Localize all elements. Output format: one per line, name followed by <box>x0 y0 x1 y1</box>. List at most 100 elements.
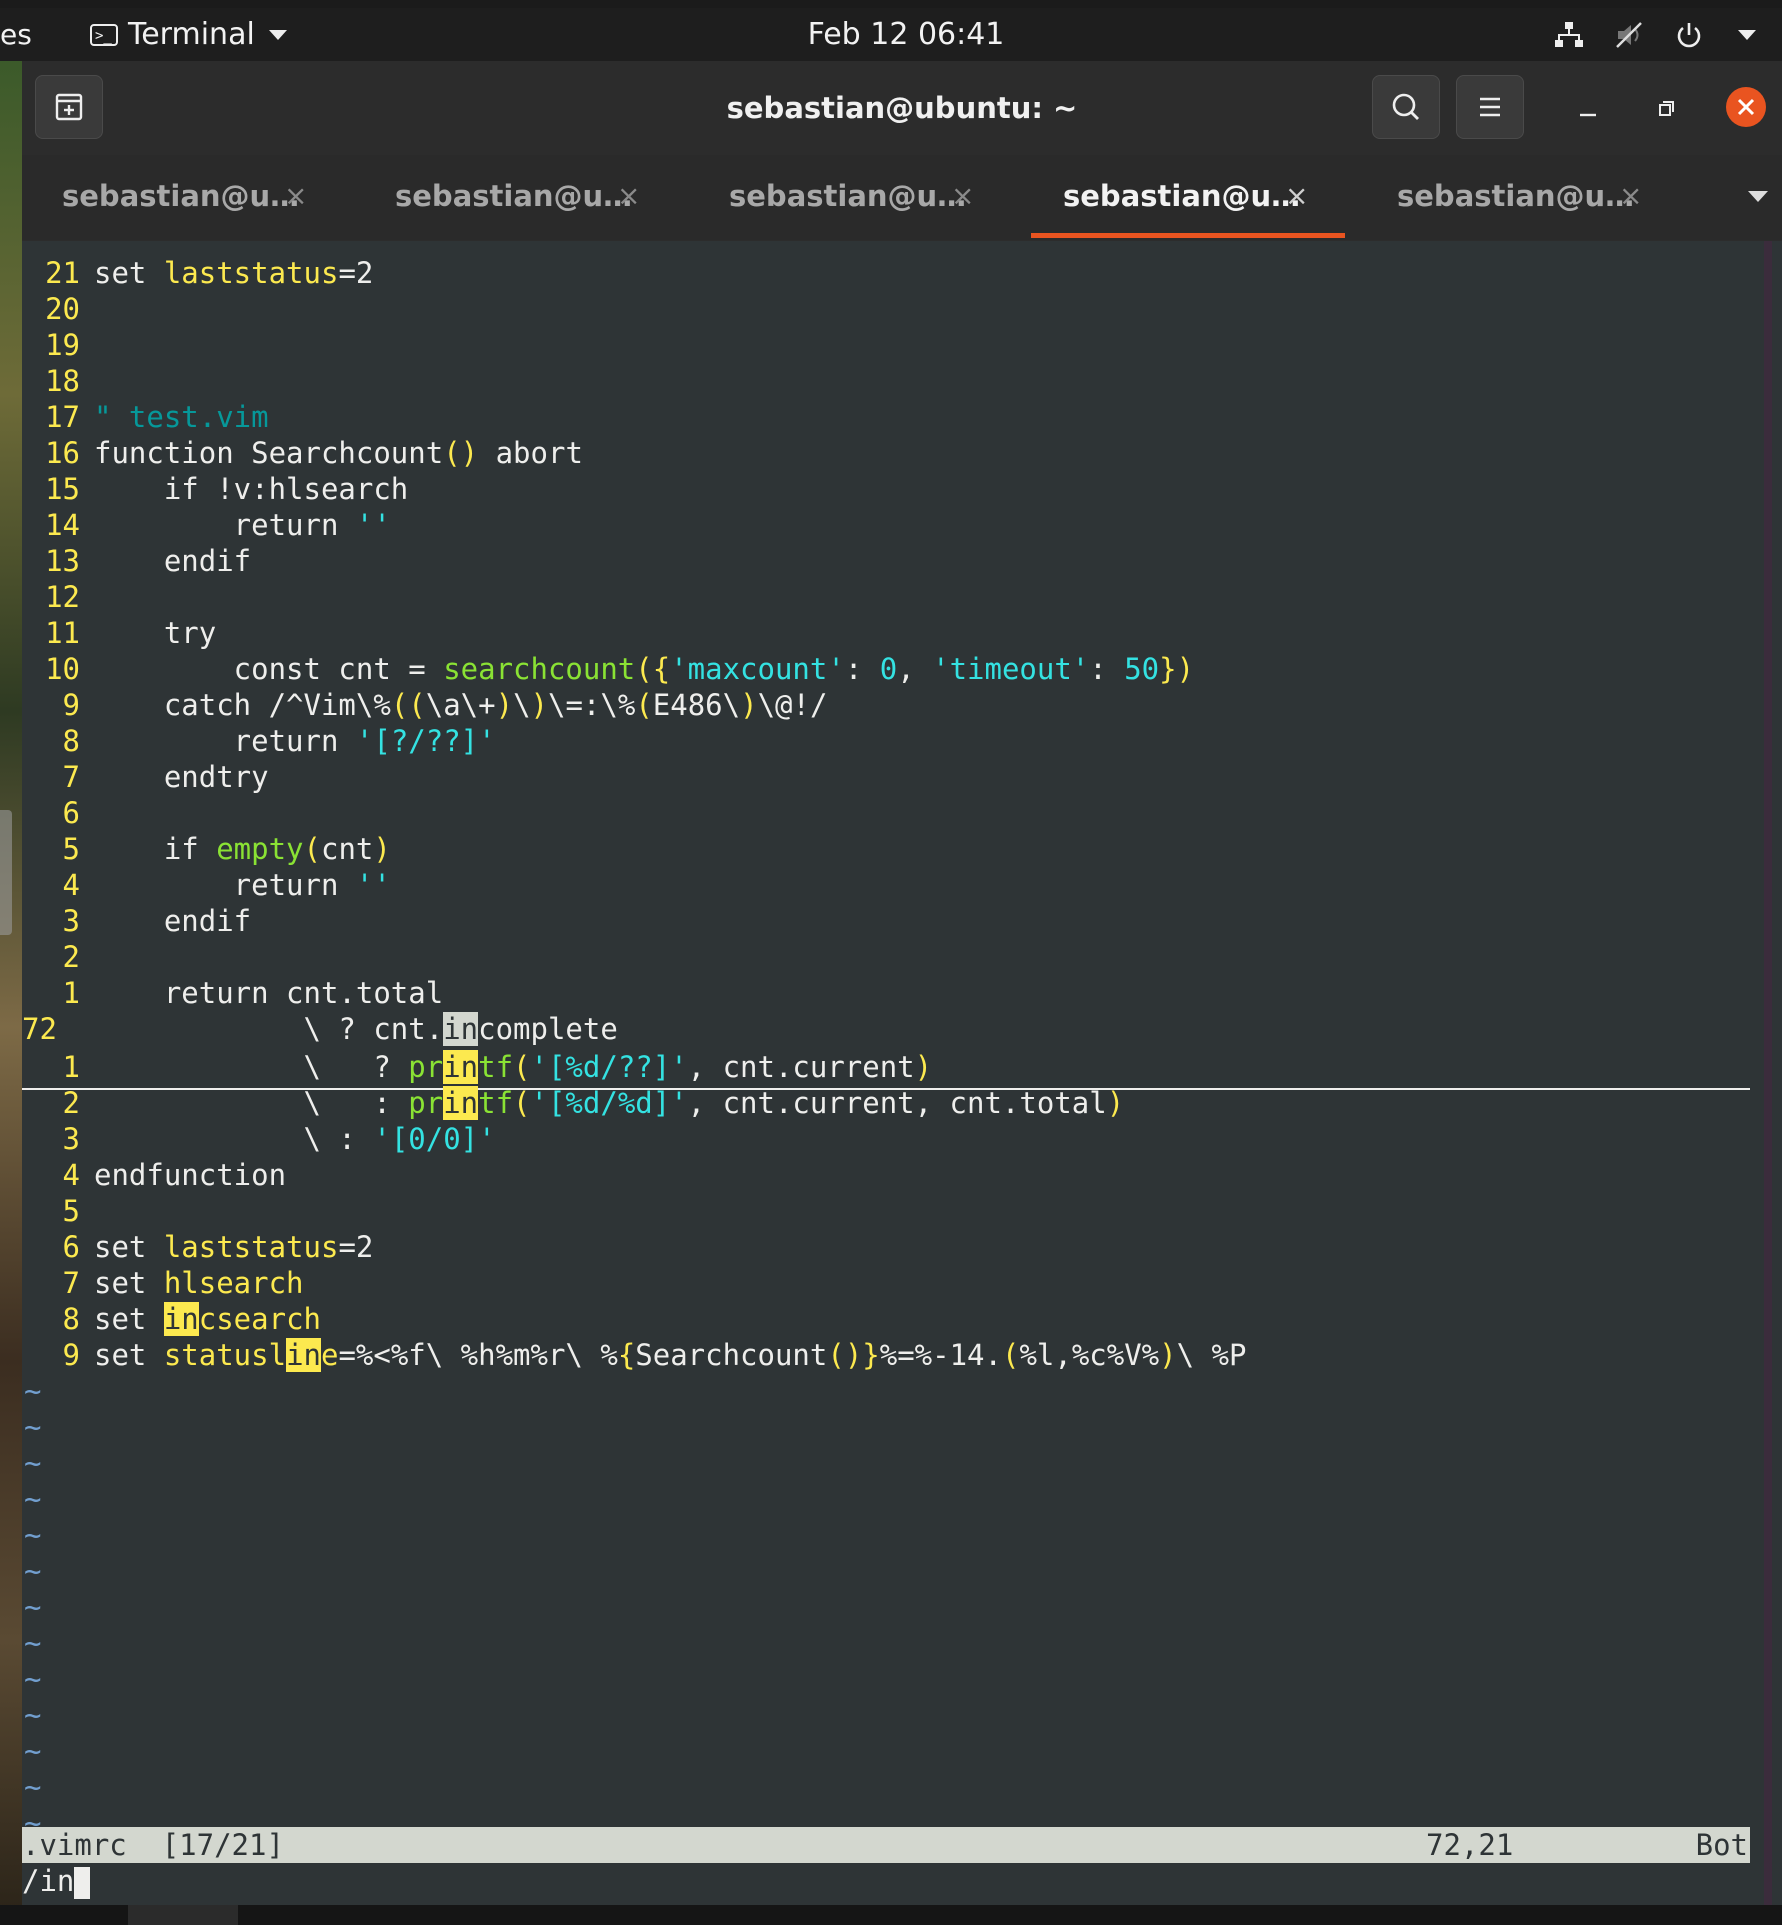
command-text: /in <box>22 1864 75 1898</box>
code-line: 1 return cnt.total <box>22 975 444 1011</box>
empty-line-tilde: ~ <box>24 1626 42 1660</box>
restore-button[interactable] <box>1646 89 1686 129</box>
system-tray[interactable] <box>1554 8 1756 61</box>
tab-close-icon[interactable]: × <box>951 155 974 237</box>
line-number: 19 <box>45 328 80 362</box>
code-line: 8 return '[?/??]' <box>22 723 496 759</box>
line-number: 13 <box>45 544 80 578</box>
line-number: 1 <box>62 1050 80 1084</box>
code-line: 7 set hlsearch <box>22 1265 304 1301</box>
code-line: 10 const cnt = searchcount({'maxcount': … <box>22 651 1194 687</box>
line-number: 5 <box>62 1194 80 1228</box>
tab-1[interactable]: sebastian@u… × <box>22 155 355 240</box>
minimize-button[interactable] <box>1568 89 1608 129</box>
tab-overflow-chevron-down-icon[interactable] <box>1748 191 1768 202</box>
code-line: 9 catch /^Vim\%((\a\+)\)\=:\%(E486\)\@!/ <box>22 687 828 723</box>
empty-line-tilde: ~ <box>24 1554 42 1588</box>
search-button[interactable] <box>1372 75 1440 139</box>
line-number: 15 <box>45 472 80 506</box>
vim-command-line[interactable]: /in <box>22 1863 91 1899</box>
text-cursor <box>74 1867 91 1899</box>
line-number: 6 <box>62 1230 80 1264</box>
scrollbar[interactable] <box>1750 241 1782 1905</box>
vim-statusline: .vimrc [17/21] 72,21 Bot <box>22 1827 1750 1863</box>
vim-editor[interactable]: ~ ~ ~ ~ ~ ~ ~ ~ ~ ~ ~ ~ ~ .vimrc [17/21] 72,21 Bot /in… <box>22 241 1750 1905</box>
line-number: 9 <box>62 1338 80 1372</box>
dock-segment <box>128 1905 238 1925</box>
line-number: 11 <box>45 616 80 650</box>
code-line: 4 return '' <box>22 867 391 903</box>
tab-close-icon[interactable]: × <box>1285 155 1308 237</box>
code-line: 19 <box>22 327 94 363</box>
line-number: 12 <box>45 580 80 614</box>
close-button[interactable] <box>1726 87 1766 127</box>
code-line: 6 set laststatus=2 <box>22 1229 374 1265</box>
status-file: .vimrc <box>22 1828 127 1862</box>
line-number: 4 <box>62 1158 80 1192</box>
scrollbar-track[interactable] <box>1764 241 1772 1905</box>
code-line: 20 <box>22 291 94 327</box>
tab-label: sebastian@u… <box>1397 179 1635 213</box>
line-number: 9 <box>62 688 80 722</box>
desktop-handle <box>0 810 12 935</box>
empty-line-tilde: ~ <box>24 1698 42 1732</box>
code-line: 11 try <box>22 615 216 651</box>
code-line: 21 set laststatus=2 <box>22 255 373 291</box>
line-number: 20 <box>45 292 80 326</box>
empty-line-tilde: ~ <box>24 1734 42 1768</box>
minimize-icon <box>1580 113 1596 117</box>
search-icon <box>1392 93 1419 120</box>
tab-close-icon[interactable]: × <box>1619 155 1642 237</box>
code-line: 5 <box>22 1193 94 1229</box>
tab-label: sebastian@u… <box>395 179 633 213</box>
line-number: 72 <box>22 1012 57 1046</box>
empty-line-tilde: ~ <box>24 1410 42 1444</box>
code-line: 2 <box>22 939 94 975</box>
code-line: 1 \ ? printf('[%d/??]', cnt.current) <box>22 1049 932 1085</box>
clock[interactable]: Feb 12 06:41 <box>0 8 1782 61</box>
code-line: 7 endtry <box>22 759 269 795</box>
line-number: 1 <box>62 976 80 1010</box>
line-number: 8 <box>62 1302 80 1336</box>
tab-5[interactable]: sebastian@u… × <box>1357 155 1690 240</box>
tab-close-icon[interactable]: × <box>284 155 307 237</box>
terminal-window: sebastian@ubuntu: ~ sebastian@u… × sebas… <box>22 61 1782 1905</box>
empty-line-tilde: ~ <box>24 1770 42 1804</box>
code-line: 14 return '' <box>22 507 391 543</box>
line-number: 2 <box>62 1086 80 1120</box>
status-percent: Bot <box>1695 1828 1748 1862</box>
tab-close-icon[interactable]: × <box>617 155 640 237</box>
line-number: 3 <box>62 1122 80 1156</box>
line-number: 8 <box>62 724 80 758</box>
menu-button[interactable] <box>1456 75 1524 139</box>
hamburger-menu-icon <box>1480 97 1500 117</box>
code-line: 15 if !v:hlsearch <box>22 471 408 507</box>
tab-3[interactable]: sebastian@u… × <box>689 155 1022 240</box>
code-line: 8 set incsearch <box>22 1301 321 1337</box>
empty-line-tilde: ~ <box>24 1590 42 1624</box>
volume-muted-icon <box>1616 21 1642 48</box>
code-line: 72 \ ? cnt.incomplete <box>22 1012 618 1046</box>
power-icon <box>1677 22 1701 47</box>
code-line: 6 <box>22 795 94 831</box>
desktop-bottom-strip <box>0 1905 1782 1925</box>
line-number: 3 <box>62 904 80 938</box>
code-line: 2 \ : printf('[%d/%d]', cnt.current, cnt… <box>22 1085 1124 1121</box>
tab-bar: sebastian@u… × sebastian@u… × sebastian@… <box>22 155 1782 240</box>
status-position: 72,21 <box>1426 1828 1514 1862</box>
code-line: 4 endfunction <box>22 1157 287 1193</box>
code-line: 9 set statusline=%<%f\ %h%m%r\ %{Searchco… <box>22 1337 1246 1373</box>
tab-4-active[interactable]: sebastian@u… × <box>1023 155 1356 240</box>
empty-line-tilde: ~ <box>24 1482 42 1516</box>
desktop-wallpaper-strip <box>0 60 22 1920</box>
line-number: 7 <box>62 760 80 794</box>
line-number: 10 <box>45 652 80 686</box>
empty-line-tilde: ~ <box>24 1662 42 1696</box>
tab-2[interactable]: sebastian@u… × <box>355 155 688 240</box>
code-line: 17 " test.vim <box>22 399 269 435</box>
line-number: 17 <box>45 400 80 434</box>
code-line: 3 \ : '[0/0]' <box>22 1121 496 1157</box>
close-icon <box>1737 98 1755 116</box>
line-number: 4 <box>62 868 80 902</box>
network-icon <box>1555 21 1583 47</box>
